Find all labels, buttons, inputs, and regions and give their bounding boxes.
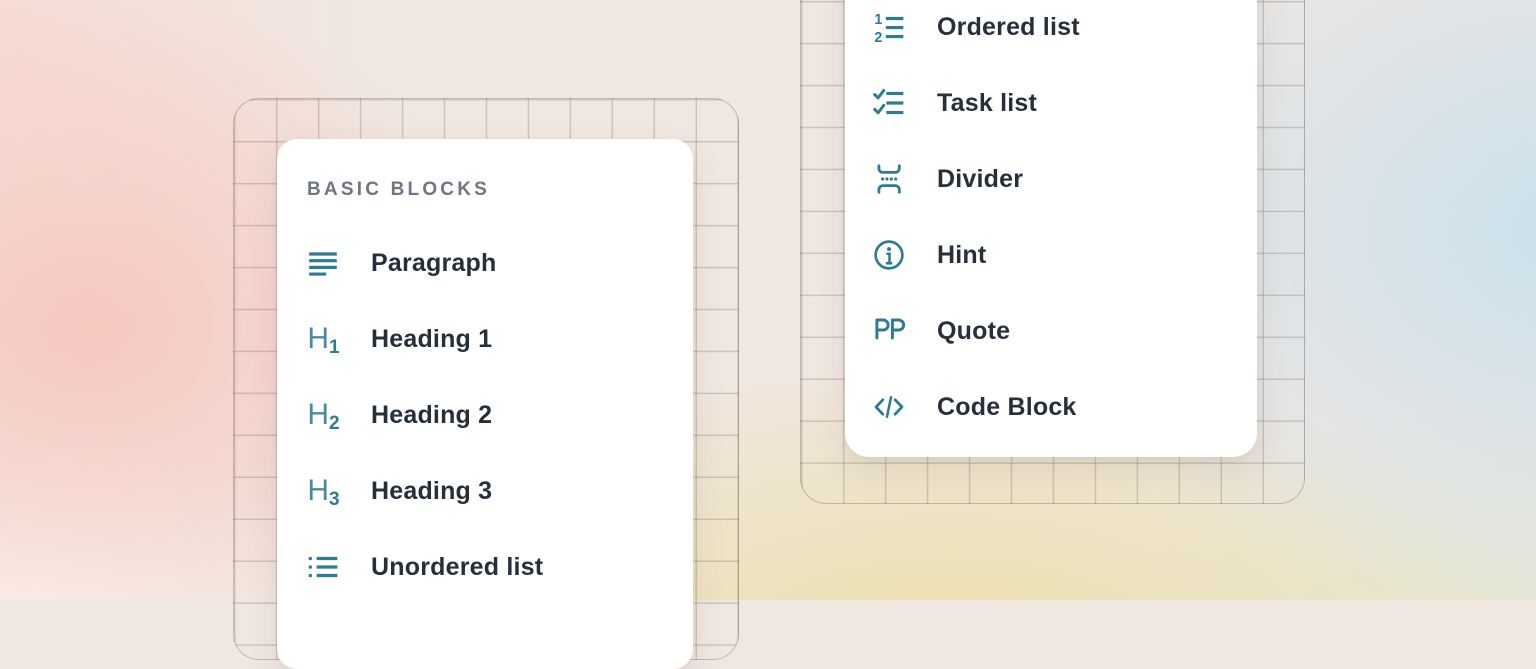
svg-text:2: 2 bbox=[874, 30, 882, 44]
ordered-list-icon: 1 2 bbox=[871, 9, 907, 45]
heading-1-icon: H1 bbox=[305, 321, 341, 357]
block-item-divider[interactable]: Divider bbox=[845, 141, 1257, 217]
block-item-label: Code Block bbox=[937, 393, 1077, 422]
block-item-label: Heading 3 bbox=[371, 477, 492, 506]
block-item-label: Unordered list bbox=[371, 553, 543, 582]
task-list-icon bbox=[871, 85, 907, 121]
block-item-code-block[interactable]: Code Block bbox=[845, 369, 1257, 445]
paragraph-icon bbox=[305, 245, 341, 281]
blocks-item-list: 1 2 Ordered list Task list Divider bbox=[845, 0, 1257, 445]
block-item-label: Ordered list bbox=[937, 13, 1080, 42]
section-label-basic-blocks: BASIC BLOCKS bbox=[307, 179, 693, 201]
divider-icon bbox=[871, 161, 907, 197]
unordered-list-icon bbox=[305, 549, 341, 585]
block-item-label: Paragraph bbox=[371, 249, 496, 278]
basic-blocks-menu-card: BASIC BLOCKS Paragraph H1 Heading 1 H2 H… bbox=[277, 139, 693, 669]
quote-icon bbox=[871, 313, 907, 349]
block-item-label: Divider bbox=[937, 165, 1023, 194]
heading-2-icon: H2 bbox=[305, 397, 341, 433]
hint-icon bbox=[871, 237, 907, 273]
block-item-heading-1[interactable]: H1 Heading 1 bbox=[277, 301, 693, 377]
blocks-menu-card-continued: 1 2 Ordered list Task list Divider bbox=[845, 0, 1257, 457]
block-item-label: Quote bbox=[937, 317, 1010, 346]
block-item-label: Task list bbox=[937, 89, 1037, 118]
block-item-task-list[interactable]: Task list bbox=[845, 65, 1257, 141]
heading-3-icon: H3 bbox=[305, 473, 341, 509]
block-item-heading-2[interactable]: H2 Heading 2 bbox=[277, 377, 693, 453]
block-item-hint[interactable]: Hint bbox=[845, 217, 1257, 293]
background-gradient bbox=[0, 0, 1536, 600]
block-item-label: Hint bbox=[937, 241, 986, 270]
svg-text:1: 1 bbox=[874, 12, 882, 28]
block-item-paragraph[interactable]: Paragraph bbox=[277, 225, 693, 301]
block-item-heading-3[interactable]: H3 Heading 3 bbox=[277, 453, 693, 529]
block-item-ordered-list[interactable]: 1 2 Ordered list bbox=[845, 0, 1257, 65]
code-block-icon bbox=[871, 389, 907, 425]
block-item-unordered-list[interactable]: Unordered list bbox=[277, 529, 693, 605]
block-item-label: Heading 1 bbox=[371, 325, 492, 354]
block-item-label: Heading 2 bbox=[371, 401, 492, 430]
basic-blocks-item-list: Paragraph H1 Heading 1 H2 Heading 2 H3 H… bbox=[277, 225, 693, 605]
block-item-quote[interactable]: Quote bbox=[845, 293, 1257, 369]
